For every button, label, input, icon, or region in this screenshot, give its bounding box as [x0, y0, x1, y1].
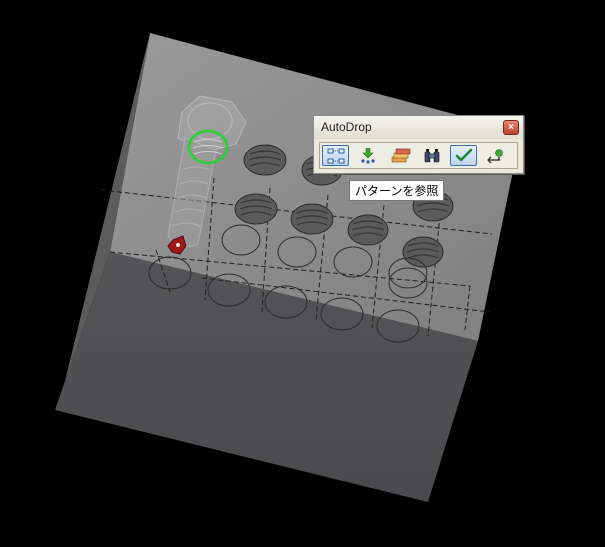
- binocular-button[interactable]: [418, 145, 445, 166]
- stack-library-icon: [391, 148, 411, 163]
- checkmark-icon: [455, 148, 473, 162]
- pattern-reference-button[interactable]: [322, 145, 349, 166]
- drop-points-button[interactable]: [354, 145, 381, 166]
- library-button[interactable]: [386, 145, 413, 166]
- close-button[interactable]: ×: [503, 120, 519, 135]
- accept-button[interactable]: [450, 145, 477, 166]
- drop-arrow-icon: [361, 148, 375, 164]
- pattern-grid-icon: [327, 148, 345, 164]
- toolbar-title: AutoDrop: [321, 120, 372, 134]
- binocular-icon: [424, 149, 440, 163]
- tool-strip: [319, 142, 518, 169]
- tooltip: パターンを参照: [349, 180, 445, 201]
- cad-scene: [55, 33, 521, 502]
- autodrop-toolbar: AutoDrop ×: [313, 115, 524, 174]
- connect-button[interactable]: [482, 145, 509, 166]
- cad-viewport[interactable]: [0, 0, 605, 547]
- connect-arrow-icon: [487, 149, 503, 164]
- toolbar-titlebar[interactable]: AutoDrop ×: [314, 116, 523, 139]
